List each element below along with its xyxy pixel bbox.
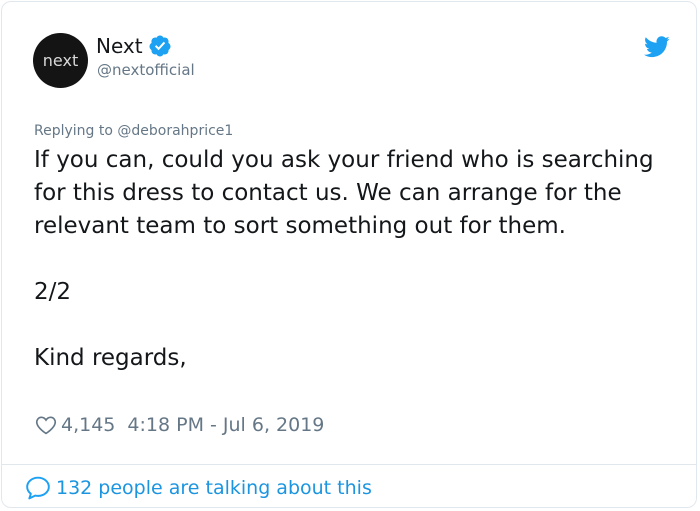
avatar-logo-text: next — [42, 51, 79, 70]
avatar[interactable]: next — [33, 33, 88, 88]
tweet-text-paragraph: 2/2 — [34, 279, 72, 305]
tweet-meta-row: 4,145 4:18 PM - Jul 6, 2019 — [35, 412, 324, 438]
replying-to-mention-link[interactable]: @deborahprice1 — [117, 123, 233, 139]
author-display-name[interactable]: Next — [96, 33, 143, 59]
author-name-row[interactable]: Next — [96, 33, 172, 59]
like-count[interactable]: 4,145 — [61, 414, 115, 436]
replying-to-prefix: Replying to — [34, 123, 118, 139]
tweet-timestamp[interactable]: 4:18 PM - Jul 6, 2019 — [127, 414, 324, 436]
replying-to-line: Replying to @deborahprice1 — [34, 122, 233, 140]
tweet-text: If you can, could you ask your friend wh… — [34, 144, 674, 375]
tweet-text-paragraph: If you can, could you ask your friend wh… — [34, 147, 654, 239]
twitter-bird-icon[interactable] — [644, 35, 670, 59]
author-handle[interactable]: @nextofficial — [97, 60, 195, 80]
conversation-link[interactable]: 132 people are talking about this — [25, 474, 372, 502]
conversation-count-label[interactable]: 132 people are talking about this — [56, 477, 372, 499]
divider — [2, 464, 696, 465]
verified-badge-icon — [149, 35, 171, 57]
tweet-card[interactable]: next Next @nextofficial Replying to @deb… — [1, 1, 697, 508]
heart-icon[interactable] — [35, 414, 57, 436]
speech-bubble-icon — [26, 476, 50, 500]
tweet-text-paragraph: Kind regards, — [34, 345, 187, 371]
